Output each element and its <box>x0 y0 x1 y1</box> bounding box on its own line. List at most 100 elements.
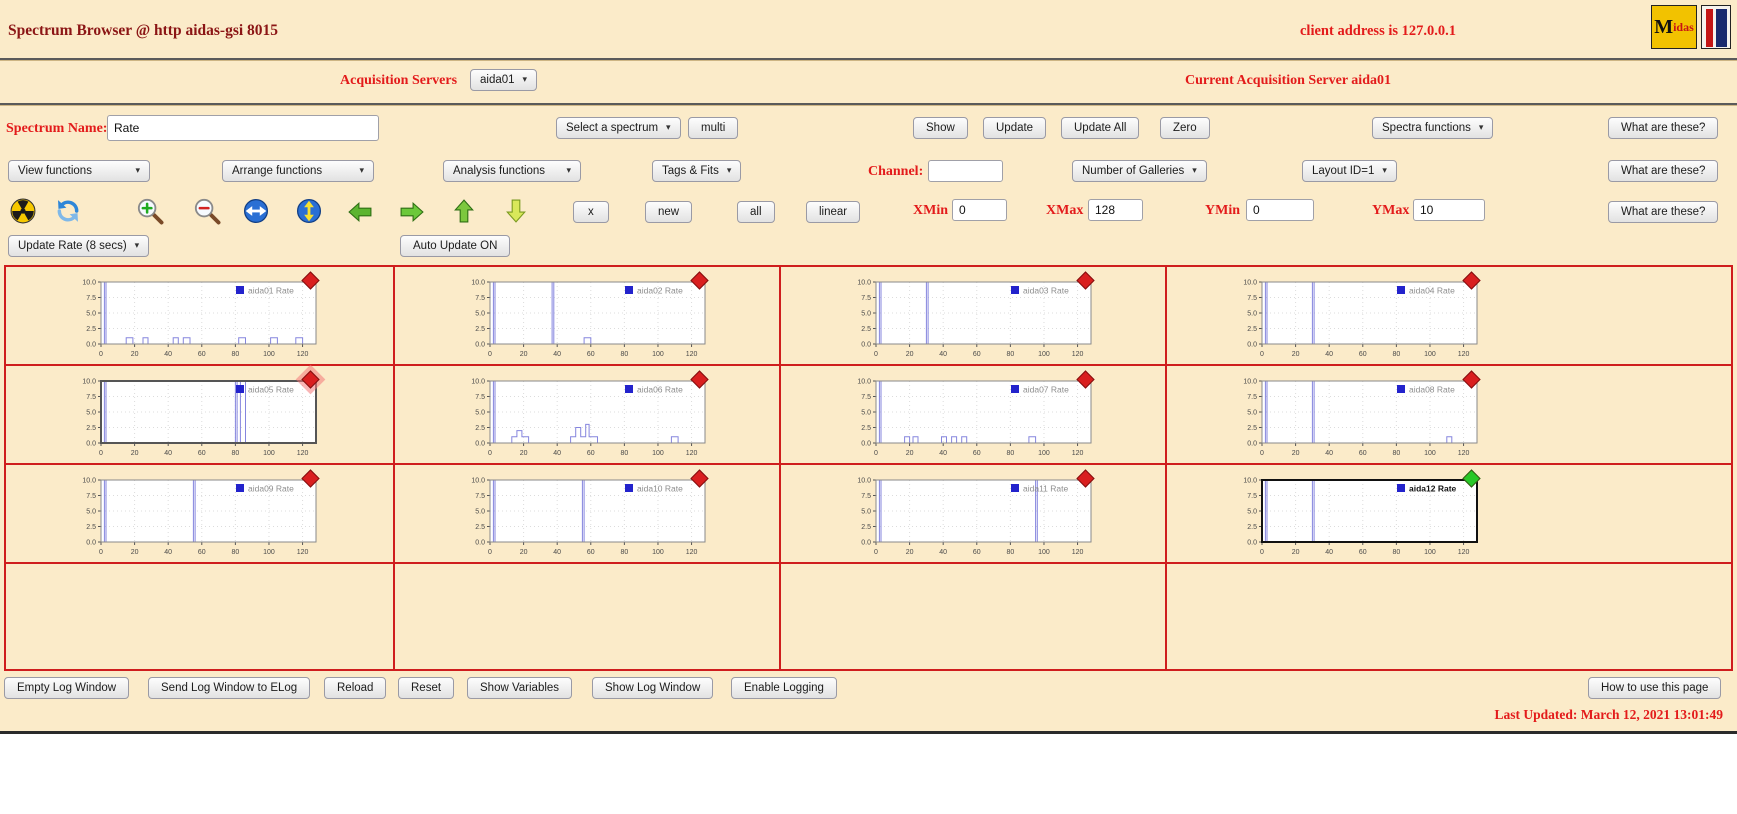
layout-id-dropdown[interactable]: Layout ID=1 ▾ <box>1302 160 1397 182</box>
chevron-down-icon: ▾ <box>726 166 732 176</box>
xmax-input[interactable] <box>1088 199 1143 221</box>
svg-text:10.0: 10.0 <box>82 379 96 386</box>
new-button[interactable]: new <box>645 201 693 223</box>
svg-text:0: 0 <box>874 549 878 556</box>
acquisition-server-value: aida01 <box>480 74 515 86</box>
what-are-these-button-1[interactable]: What are these? <box>1608 117 1719 139</box>
svg-text:5.0: 5.0 <box>86 410 96 417</box>
ymax-input[interactable] <box>1413 199 1485 221</box>
spectrum-chart-aida09[interactable]: 0.0 2.5 5.0 7.5 10.0 0 20 40 60 80 100 120 aida09 Ra… <box>61 473 327 559</box>
spectrum-cell-aida06[interactable]: 0.0 2.5 5.0 7.5 10.0 0 20 40 60 80 100 120 aida06 Ra… <box>395 366 781 465</box>
spectrum-cell-aida03[interactable]: 0.0 2.5 5.0 7.5 10.0 0 20 40 60 80 100 120 aida03 Ra… <box>781 267 1167 366</box>
spectrum-chart-aida06[interactable]: 0.0 2.5 5.0 7.5 10.0 0 20 40 60 80 100 120 aida06 Ra… <box>450 374 716 460</box>
zoom-in-icon[interactable] <box>135 196 165 231</box>
number-of-galleries-dropdown[interactable]: Number of Galleries ▾ <box>1072 160 1207 182</box>
svg-text:2.5: 2.5 <box>86 326 96 333</box>
unzoom-y-icon[interactable] <box>296 198 322 229</box>
chevron-down-icon: ▾ <box>1192 166 1197 176</box>
last-updated-text: Last Updated: March 12, 2021 13:01:49 <box>1494 707 1724 722</box>
chevron-down-icon: ▾ <box>135 166 140 176</box>
zero-button[interactable]: Zero <box>1160 117 1210 139</box>
pan-down-icon[interactable] <box>505 199 527 228</box>
acquisition-server-select[interactable]: aida01 ▾ <box>470 69 538 91</box>
spectrum-chart-aida11[interactable]: 0.0 2.5 5.0 7.5 10.0 0 20 40 60 80 100 120 aida11 Ra… <box>836 473 1102 559</box>
svg-text:7.5: 7.5 <box>1247 493 1257 500</box>
svg-text:0: 0 <box>1260 450 1264 457</box>
spectrum-cell-aida08[interactable]: 0.0 2.5 5.0 7.5 10.0 0 20 40 60 80 100 120 aida08 Ra… <box>1167 366 1731 465</box>
radiation-icon[interactable] <box>10 198 36 229</box>
view-functions-dropdown[interactable]: View functions ▾ <box>8 160 150 182</box>
update-button[interactable]: Update <box>983 117 1047 139</box>
show-variables-button[interactable]: Show Variables <box>467 677 573 699</box>
svg-text:2.5: 2.5 <box>475 425 485 432</box>
spectrum-cell-aida04[interactable]: 0.0 2.5 5.0 7.5 10.0 0 20 40 60 80 100 120 aida04 Ra… <box>1167 267 1731 366</box>
show-log-window-button[interactable]: Show Log Window <box>592 677 714 699</box>
empty-log-window-button[interactable]: Empty Log Window <box>4 677 130 699</box>
spectrum-chart-aida12[interactable]: 0.0 2.5 5.0 7.5 10.0 0 20 40 60 80 100 120 aida12 Ra… <box>1222 473 1488 559</box>
spectrum-cell-aida02[interactable]: 0.0 2.5 5.0 7.5 10.0 0 20 40 60 80 100 120 aida02 Ra… <box>395 267 781 366</box>
arrange-functions-dropdown[interactable]: Arrange functions ▾ <box>222 160 374 182</box>
spectrum-chart-aida02[interactable]: 0.0 2.5 5.0 7.5 10.0 0 20 40 60 80 100 120 aida02 Ra… <box>450 275 716 361</box>
reset-button[interactable]: Reset <box>398 677 455 699</box>
svg-text:120: 120 <box>1458 351 1470 358</box>
spectrum-chart-aida05[interactable]: 0.0 2.5 5.0 7.5 10.0 0 20 40 60 80 100 120 aida05 Ra… <box>61 374 327 460</box>
all-button[interactable]: all <box>737 201 775 223</box>
ymin-input[interactable] <box>1246 199 1314 221</box>
unzoom-x-icon[interactable] <box>243 198 269 229</box>
spectrum-chart-aida04[interactable]: 0.0 2.5 5.0 7.5 10.0 0 20 40 60 80 100 120 aida04 Ra… <box>1222 275 1488 361</box>
x-button[interactable]: x <box>573 201 609 223</box>
update-rate-dropdown[interactable]: Update Rate (8 secs) ▾ <box>8 235 150 257</box>
show-button[interactable]: Show <box>913 117 968 139</box>
spectrum-chart-aida10[interactable]: 0.0 2.5 5.0 7.5 10.0 0 20 40 60 80 100 120 aida10 Ra… <box>450 473 716 559</box>
legend-swatch <box>625 385 633 393</box>
chart-container-aida05: 0.0 2.5 5.0 7.5 10.0 0 20 40 60 80 100 120 aida05 Ra… <box>61 374 327 465</box>
tags-fits-dropdown[interactable]: Tags & Fits ▾ <box>652 160 742 182</box>
reload-button[interactable]: Reload <box>324 677 387 699</box>
svg-text:2.5: 2.5 <box>1247 326 1257 333</box>
legend-label: aida02 Rate <box>637 286 683 296</box>
xmin-input[interactable] <box>952 199 1007 221</box>
how-to-use-button[interactable]: How to use this page <box>1588 677 1722 699</box>
what-are-these-button-2[interactable]: What are these? <box>1608 160 1719 182</box>
svg-text:120: 120 <box>686 450 698 457</box>
svg-text:20: 20 <box>906 450 914 457</box>
legend-label: aida09 Rate <box>248 484 294 494</box>
midas-logo[interactable]: Midas <box>1651 5 1697 49</box>
linear-button[interactable]: linear <box>806 201 861 223</box>
channel-input[interactable] <box>928 160 1003 182</box>
spectrum-name-input[interactable] <box>107 115 379 141</box>
svg-text:7.5: 7.5 <box>861 295 871 302</box>
pan-left-icon[interactable] <box>348 201 372 228</box>
update-all-button[interactable]: Update All <box>1061 117 1140 139</box>
spectrum-cell-aida05[interactable]: 0.0 2.5 5.0 7.5 10.0 0 20 40 60 80 100 120 aida05 Ra… <box>6 366 395 465</box>
spectrum-chart-aida01[interactable]: 0.0 2.5 5.0 7.5 10.0 0 20 40 60 80 100 120 aida01 Ra… <box>61 275 327 361</box>
spectrum-chart-aida08[interactable]: 0.0 2.5 5.0 7.5 10.0 0 20 40 60 80 100 120 aida08 Ra… <box>1222 374 1488 460</box>
spectrum-chart-aida03[interactable]: 0.0 2.5 5.0 7.5 10.0 0 20 40 60 80 100 120 aida03 Ra… <box>836 275 1102 361</box>
multi-button[interactable]: multi <box>688 117 739 139</box>
spectrum-cell-aida01[interactable]: 0.0 2.5 5.0 7.5 10.0 0 20 40 60 80 100 120 aida01 Ra… <box>6 267 395 366</box>
send-log-to-elog-button[interactable]: Send Log Window to ELog <box>148 677 311 699</box>
spectrum-cell-aida12[interactable]: 0.0 2.5 5.0 7.5 10.0 0 20 40 60 80 100 120 aida12 Ra… <box>1167 465 1731 564</box>
zoom-out-icon[interactable] <box>192 196 222 231</box>
pan-up-icon[interactable] <box>453 199 475 228</box>
chevron-down-icon: ▾ <box>1478 123 1484 133</box>
spectrum-cell-aida11[interactable]: 0.0 2.5 5.0 7.5 10.0 0 20 40 60 80 100 120 aida11 Ra… <box>781 465 1167 564</box>
spectra-functions-dropdown[interactable]: Spectra functions ▾ <box>1372 117 1494 139</box>
analysis-functions-dropdown[interactable]: Analysis functions ▾ <box>443 160 581 182</box>
svg-text:2.5: 2.5 <box>861 326 871 333</box>
select-spectrum-dropdown[interactable]: Select a spectrum ▾ <box>556 117 681 139</box>
svg-text:60: 60 <box>587 549 595 556</box>
what-are-these-button-3[interactable]: What are these? <box>1608 201 1719 223</box>
institute-logo[interactable] <box>1701 5 1731 49</box>
refresh-icon[interactable] <box>55 198 81 229</box>
svg-text:5.0: 5.0 <box>86 509 96 516</box>
pan-right-icon[interactable] <box>400 201 424 228</box>
legend-label: aida10 Rate <box>637 484 683 494</box>
spectrum-cell-aida07[interactable]: 0.0 2.5 5.0 7.5 10.0 0 20 40 60 80 100 120 aida07 Ra… <box>781 366 1167 465</box>
enable-logging-button[interactable]: Enable Logging <box>731 677 837 699</box>
spectrum-chart-aida07[interactable]: 0.0 2.5 5.0 7.5 10.0 0 20 40 60 80 100 120 aida07 Ra… <box>836 374 1102 460</box>
chart-container-aida08: 0.0 2.5 5.0 7.5 10.0 0 20 40 60 80 100 120 aida08 Ra… <box>1222 374 1488 465</box>
auto-update-button[interactable]: Auto Update ON <box>400 235 511 257</box>
spectrum-cell-aida09[interactable]: 0.0 2.5 5.0 7.5 10.0 0 20 40 60 80 100 120 aida09 Ra… <box>6 465 395 564</box>
spectrum-cell-aida10[interactable]: 0.0 2.5 5.0 7.5 10.0 0 20 40 60 80 100 120 aida10 Ra… <box>395 465 781 564</box>
